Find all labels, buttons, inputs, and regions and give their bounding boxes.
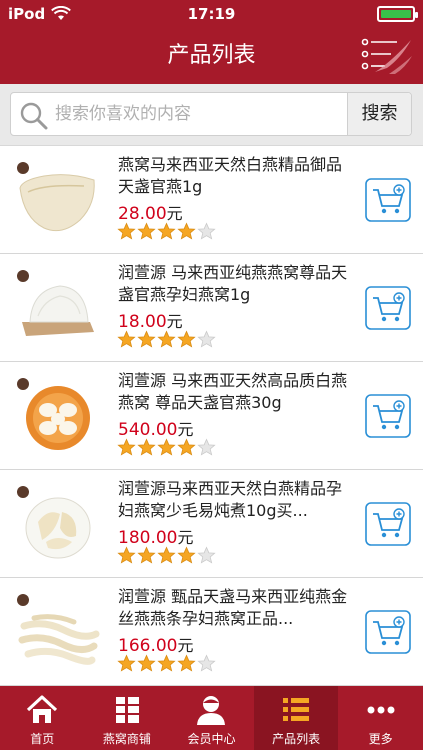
more-icon: [367, 706, 395, 714]
add-to-cart-button[interactable]: [365, 502, 411, 546]
add-to-cart-button[interactable]: [365, 610, 411, 654]
product-name[interactable]: 润萱源 马来西亚天然高品质白燕燕窝 尊品天盏官燕30g: [118, 370, 354, 414]
product-name[interactable]: 燕窝马来西亚天然白燕精品御品天盏官燕1g: [118, 154, 354, 198]
star-filled-icon: [117, 222, 136, 240]
tab-products[interactable]: 产品列表: [253, 686, 339, 750]
grid-icon: [115, 697, 139, 723]
carrier-label: iPod: [8, 5, 46, 23]
price-line: 166.00元: [118, 632, 194, 656]
tab-shop[interactable]: 燕窝商铺: [85, 686, 170, 750]
product-image[interactable]: [14, 158, 100, 242]
user-icon: [197, 696, 226, 725]
product-image[interactable]: [14, 482, 100, 566]
star-filled-icon: [177, 546, 196, 564]
search-button[interactable]: 搜索: [347, 93, 411, 135]
rating-stars: [117, 330, 216, 349]
star-empty-icon: [197, 546, 216, 564]
rating-stars: [117, 654, 216, 673]
list-icon: [283, 698, 310, 721]
star-filled-icon: [137, 654, 156, 672]
star-filled-icon: [177, 330, 196, 348]
tab-label: 首页: [30, 732, 55, 746]
star-filled-icon: [157, 438, 176, 456]
battery-level: [381, 10, 411, 18]
search-bar: 搜索: [0, 84, 423, 146]
price-unit: 元: [177, 528, 194, 547]
status-left: iPod: [8, 5, 72, 23]
product-item[interactable]: 润萱源马来西亚天然白燕精品孕妇燕窝少毛易炖煮10g买... 180.00元: [0, 470, 423, 578]
star-filled-icon: [137, 438, 156, 456]
star-filled-icon: [157, 330, 176, 348]
star-filled-icon: [137, 222, 156, 240]
search-box: 搜索: [10, 92, 412, 136]
star-filled-icon: [117, 654, 136, 672]
product-list: 燕窝马来西亚天然白燕精品御品天盏官燕1g 28.00元 润萱源 马来西亚纯燕燕窝…: [0, 146, 423, 686]
search-icon: [20, 102, 48, 130]
star-filled-icon: [157, 546, 176, 564]
add-to-cart-button[interactable]: [365, 178, 411, 222]
price-unit: 元: [177, 636, 194, 655]
price-line: 18.00元: [118, 308, 183, 332]
price-line: 28.00元: [118, 200, 183, 224]
product-image[interactable]: [14, 374, 100, 458]
price-unit: 元: [166, 204, 183, 223]
tab-label: 燕窝商铺: [102, 732, 151, 746]
product-name[interactable]: 润萱源马来西亚天然白燕精品孕妇燕窝少毛易炖煮10g买...: [118, 478, 354, 522]
home-icon: [27, 695, 58, 723]
star-filled-icon: [157, 654, 176, 672]
star-filled-icon: [177, 654, 196, 672]
star-filled-icon: [117, 546, 136, 564]
product-image[interactable]: [14, 266, 100, 350]
rating-stars: [117, 546, 216, 565]
star-filled-icon: [117, 438, 136, 456]
product-name[interactable]: 润萱源 马来西亚纯燕燕窝尊品天盏官燕孕妇燕窝1g: [118, 262, 354, 306]
star-empty-icon: [197, 222, 216, 240]
star-empty-icon: [197, 438, 216, 456]
star-filled-icon: [137, 330, 156, 348]
star-empty-icon: [197, 330, 216, 348]
star-filled-icon: [157, 222, 176, 240]
wifi-icon: [51, 6, 72, 20]
rating-stars: [117, 438, 216, 457]
product-price: 28.00: [118, 204, 167, 224]
product-name[interactable]: 润萱源 甄品天盏马来西亚纯燕金丝燕燕条孕妇燕窝正品...: [118, 586, 354, 630]
tab-bar: 首页 燕窝商铺 会员中心 产品列表 更多: [0, 686, 423, 750]
product-item[interactable]: 润萱源 马来西亚纯燕燕窝尊品天盏官燕孕妇燕窝1g 18.00元: [0, 254, 423, 362]
add-to-cart-button[interactable]: [365, 286, 411, 330]
menu-icon[interactable]: [357, 34, 413, 78]
tab-label: 更多: [368, 732, 393, 746]
price-unit: 元: [177, 420, 194, 439]
navigation-bar: 产品列表: [0, 28, 423, 84]
add-to-cart-button[interactable]: [365, 394, 411, 438]
product-price: 18.00: [118, 312, 167, 332]
product-item[interactable]: 润萱源 甄品天盏马来西亚纯燕金丝燕燕条孕妇燕窝正品... 166.00元: [0, 578, 423, 686]
star-filled-icon: [117, 330, 136, 348]
price-line: 540.00元: [118, 416, 194, 440]
tab-label: 会员中心: [187, 732, 236, 746]
tab-home[interactable]: 首页: [0, 686, 85, 750]
rating-stars: [117, 222, 216, 241]
product-image[interactable]: [14, 590, 100, 674]
tab-member[interactable]: 会员中心: [169, 686, 254, 750]
product-price: 180.00: [118, 528, 178, 548]
star-empty-icon: [197, 654, 216, 672]
product-item[interactable]: 燕窝马来西亚天然白燕精品御品天盏官燕1g 28.00元: [0, 146, 423, 254]
star-filled-icon: [177, 438, 196, 456]
search-input[interactable]: [55, 93, 345, 135]
battery-icon: [377, 6, 418, 22]
tab-more[interactable]: 更多: [338, 686, 423, 750]
star-filled-icon: [177, 222, 196, 240]
price-unit: 元: [166, 312, 183, 331]
star-filled-icon: [137, 546, 156, 564]
status-bar: iPod 17:19: [0, 0, 423, 28]
product-item[interactable]: 润萱源 马来西亚天然高品质白燕燕窝 尊品天盏官燕30g 540.00元: [0, 362, 423, 470]
tab-label: 产品列表: [272, 732, 321, 746]
price-line: 180.00元: [118, 524, 194, 548]
product-price: 540.00: [118, 420, 178, 440]
product-price: 166.00: [118, 636, 178, 656]
